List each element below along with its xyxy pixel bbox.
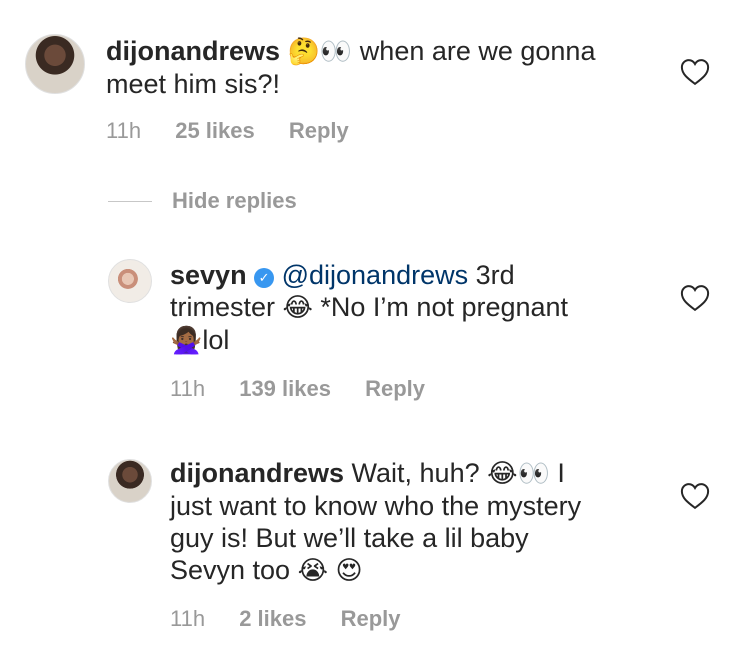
reply-button[interactable]: Reply [289, 118, 349, 143]
eyes-emoji: 👀 [319, 37, 353, 67]
divider [108, 200, 152, 202]
likes-count[interactable]: 139 likes [239, 376, 331, 401]
comment-text: dijonandrews Wait, huh? 😂👀 I just want t… [170, 458, 582, 586]
avatar[interactable] [108, 259, 152, 303]
heart-icon[interactable] [680, 482, 710, 510]
comment-meta: 11h 25 likes Reply [106, 118, 377, 144]
heart-icon[interactable] [680, 284, 710, 312]
username[interactable]: dijonandrews [170, 458, 344, 488]
username[interactable]: sevyn [170, 260, 247, 290]
username[interactable]: dijonandrews [106, 36, 280, 66]
reply-button[interactable]: Reply [341, 606, 401, 631]
comment-meta: 11h 2 likes Reply [170, 606, 429, 632]
comment-text: sevyn ✓ @dijonandrews 3rd trimester 😂 *N… [170, 260, 569, 356]
likes-count[interactable]: 25 likes [175, 118, 255, 143]
avatar[interactable] [108, 459, 152, 503]
hide-replies-toggle[interactable]: Hide replies [108, 188, 297, 214]
loudly-crying-emoji: 😭 [297, 556, 328, 586]
tears-of-joy-emoji: 😂 [487, 459, 518, 489]
verified-badge-icon: ✓ [254, 268, 275, 288]
hide-replies-label[interactable]: Hide replies [172, 188, 297, 214]
timestamp: 11h [170, 376, 206, 401]
reply-button[interactable]: Reply [365, 376, 425, 401]
tears-of-joy-emoji: 😂 [282, 293, 313, 323]
eyes-emoji: 👀 [517, 459, 550, 489]
woman-gesturing-no-emoji: 🙅🏾‍♀️ [170, 326, 203, 356]
timestamp: 11h [170, 606, 206, 631]
avatar[interactable] [25, 34, 85, 94]
timestamp: 11h [106, 118, 142, 143]
likes-count[interactable]: 2 likes [239, 606, 306, 631]
comment-text: dijonandrews 🤔👀 when are we gonna meet h… [106, 36, 596, 99]
thinking-face-emoji: 🤔 [287, 37, 320, 67]
heart-icon[interactable] [680, 58, 710, 86]
heart-eyes-emoji: 😍 [335, 556, 363, 586]
comment-meta: 11h 139 likes Reply [170, 376, 453, 402]
mention-link[interactable]: @dijonandrews [282, 260, 469, 290]
